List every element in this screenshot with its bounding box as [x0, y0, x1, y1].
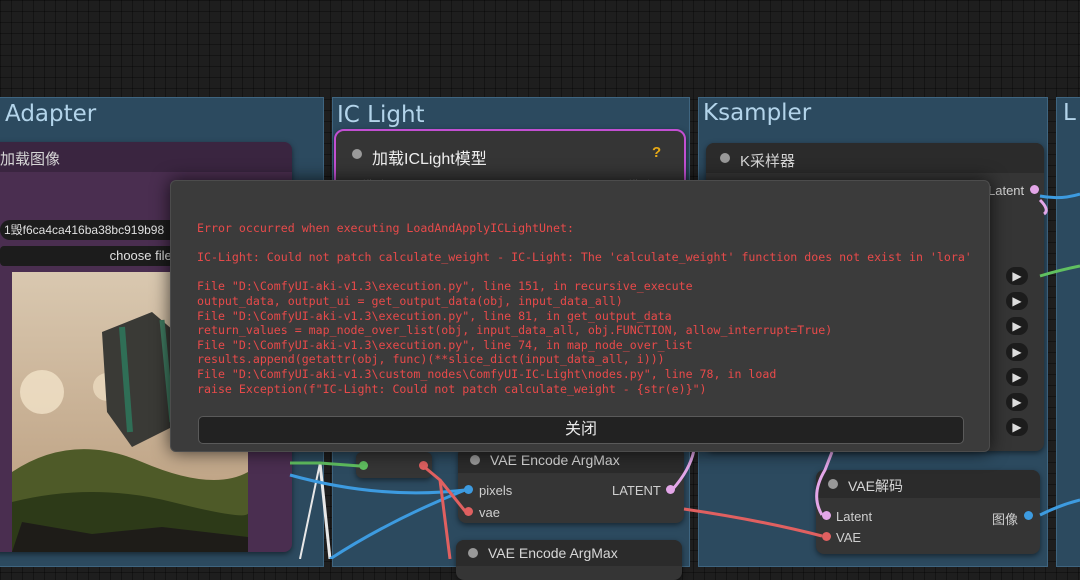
- error-line: raise Exception(f"IC-Light: Could not pa…: [197, 381, 707, 396]
- error-line: results.append(getattr(obj, func)(**slic…: [197, 352, 665, 367]
- error-line: [197, 265, 977, 280]
- error-line: File "D:\ComfyUI-aki-v1.3\custom_nodes\C…: [197, 366, 777, 381]
- error-line: IC-Light: Could not patch calculate_weig…: [197, 250, 972, 265]
- close-button[interactable]: 关闭: [198, 416, 964, 444]
- error-message: Error occurred when executing LoadAndApp…: [197, 221, 977, 396]
- error-line: File "D:\ComfyUI-aki-v1.3\execution.py",…: [197, 337, 693, 352]
- error-line: [197, 236, 977, 251]
- error-line: output_data, output_ui = get_output_data…: [197, 293, 623, 308]
- error-line: File "D:\ComfyUI-aki-v1.3\execution.py",…: [197, 308, 672, 323]
- error-line: return_values = map_node_over_list(obj, …: [197, 323, 833, 338]
- error-dialog: Error occurred when executing LoadAndApp…: [170, 180, 990, 452]
- error-line: Error occurred when executing LoadAndApp…: [197, 221, 574, 235]
- error-line: File "D:\ComfyUI-aki-v1.3\execution.py",…: [197, 279, 693, 294]
